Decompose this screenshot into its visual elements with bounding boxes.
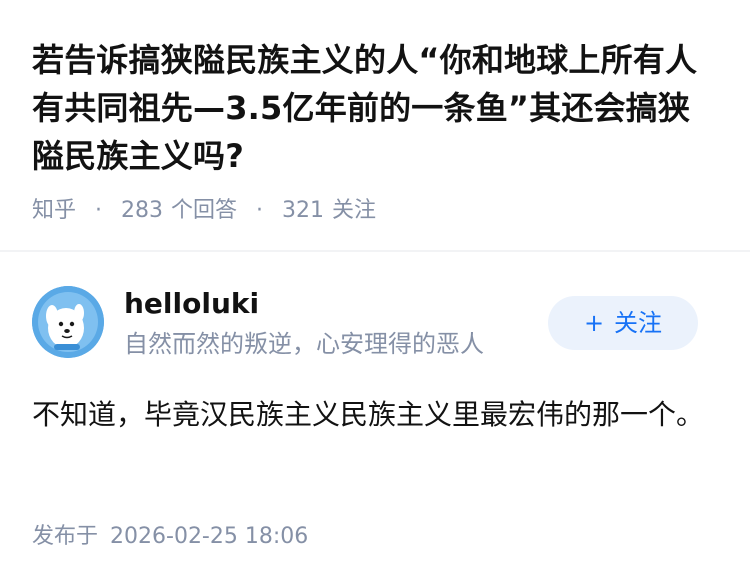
puppy-avatar-icon [32, 286, 104, 358]
author-name[interactable]: helloluki [124, 286, 259, 322]
answer-content[interactable]: 不知道，毕竟汉民族主义民族主义里最宏伟的那一个。 [32, 390, 712, 440]
author-bio: 自然而然的叛逆，心安理得的恶人 [124, 330, 484, 358]
answer-card: helloluki 自然而然的叛逆，心安理得的恶人 + 关注 不知道，毕竟汉民族主… [0, 252, 750, 588]
follow-button[interactable]: + 关注 [548, 296, 698, 350]
answer-count-link[interactable]: 283 个回答 [121, 198, 244, 223]
follow-button-label: 关注 [614, 309, 663, 337]
question-meta: 知乎 · 283 个回答 · 321 关注 [32, 196, 376, 226]
follower-count-link[interactable]: 321 关注 [282, 198, 376, 223]
follower-count-label: 关注 [332, 198, 377, 223]
answer-count: 283 [121, 198, 164, 223]
plus-icon: + [583, 309, 605, 337]
answer-count-label: 个回答 [171, 198, 238, 223]
published-time: 2026-02-25 18:06 [110, 524, 309, 549]
source-label[interactable]: 知乎 [32, 198, 76, 223]
answer-timestamp: 发布于 2026-02-25 18:06 [32, 522, 308, 552]
follower-count: 321 [282, 198, 325, 223]
separator-dot: · [95, 198, 103, 223]
separator-dot: · [256, 198, 264, 223]
question-header: 若告诉搞狭隘民族主义的人“你和地球上所有人有共同祖先—3.5亿年前的一条鱼”其还… [0, 0, 750, 248]
published-label: 发布于 [32, 524, 99, 549]
author-avatar[interactable] [32, 286, 104, 358]
question-title[interactable]: 若告诉搞狭隘民族主义的人“你和地球上所有人有共同祖先—3.5亿年前的一条鱼”其还… [32, 36, 718, 180]
